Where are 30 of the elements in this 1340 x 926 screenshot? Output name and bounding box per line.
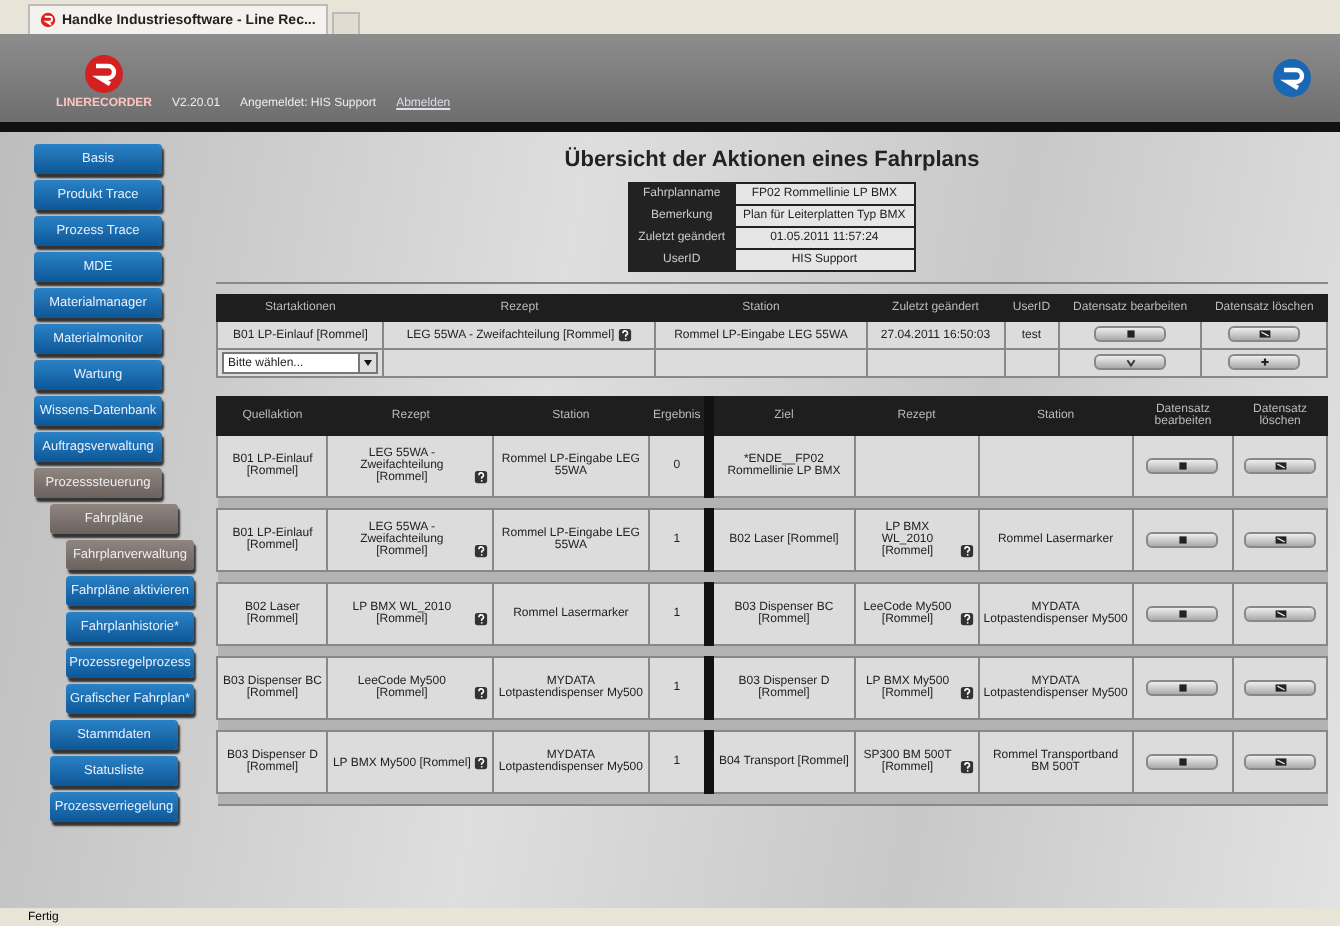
help-icon[interactable] — [474, 470, 489, 484]
help-icon[interactable] — [618, 328, 633, 342]
delete-button[interactable] — [1244, 753, 1317, 769]
add-button[interactable] — [1228, 354, 1301, 370]
save-button[interactable] — [1094, 354, 1167, 370]
delete-button[interactable] — [1244, 457, 1317, 473]
edit-button[interactable] — [1146, 531, 1219, 547]
edit-button[interactable] — [1146, 679, 1219, 695]
help-icon[interactable] — [959, 760, 974, 774]
plus-icon — [1255, 356, 1274, 368]
page-title: Übersicht der Aktionen eines Fahrplans — [562, 148, 982, 172]
delete-button[interactable] — [1244, 679, 1317, 695]
logo-icon — [84, 54, 124, 94]
delete-button[interactable] — [1244, 605, 1317, 621]
delete-button[interactable] — [1228, 326, 1301, 342]
check-icon — [1121, 356, 1140, 368]
help-icon[interactable] — [474, 755, 489, 769]
help-icon[interactable] — [959, 612, 974, 626]
logo-icon — [40, 12, 56, 28]
delete-button[interactable] — [1244, 531, 1317, 547]
help-icon[interactable] — [959, 544, 974, 558]
edit-button[interactable] — [1146, 605, 1219, 621]
edit-button[interactable] — [1094, 326, 1167, 342]
logo-icon — [1272, 58, 1312, 98]
help-icon[interactable] — [474, 544, 489, 558]
help-icon[interactable] — [474, 686, 489, 700]
edit-button[interactable] — [1146, 753, 1219, 769]
edit-button[interactable] — [1146, 457, 1219, 473]
help-icon[interactable] — [959, 686, 974, 700]
help-icon[interactable] — [474, 612, 489, 626]
